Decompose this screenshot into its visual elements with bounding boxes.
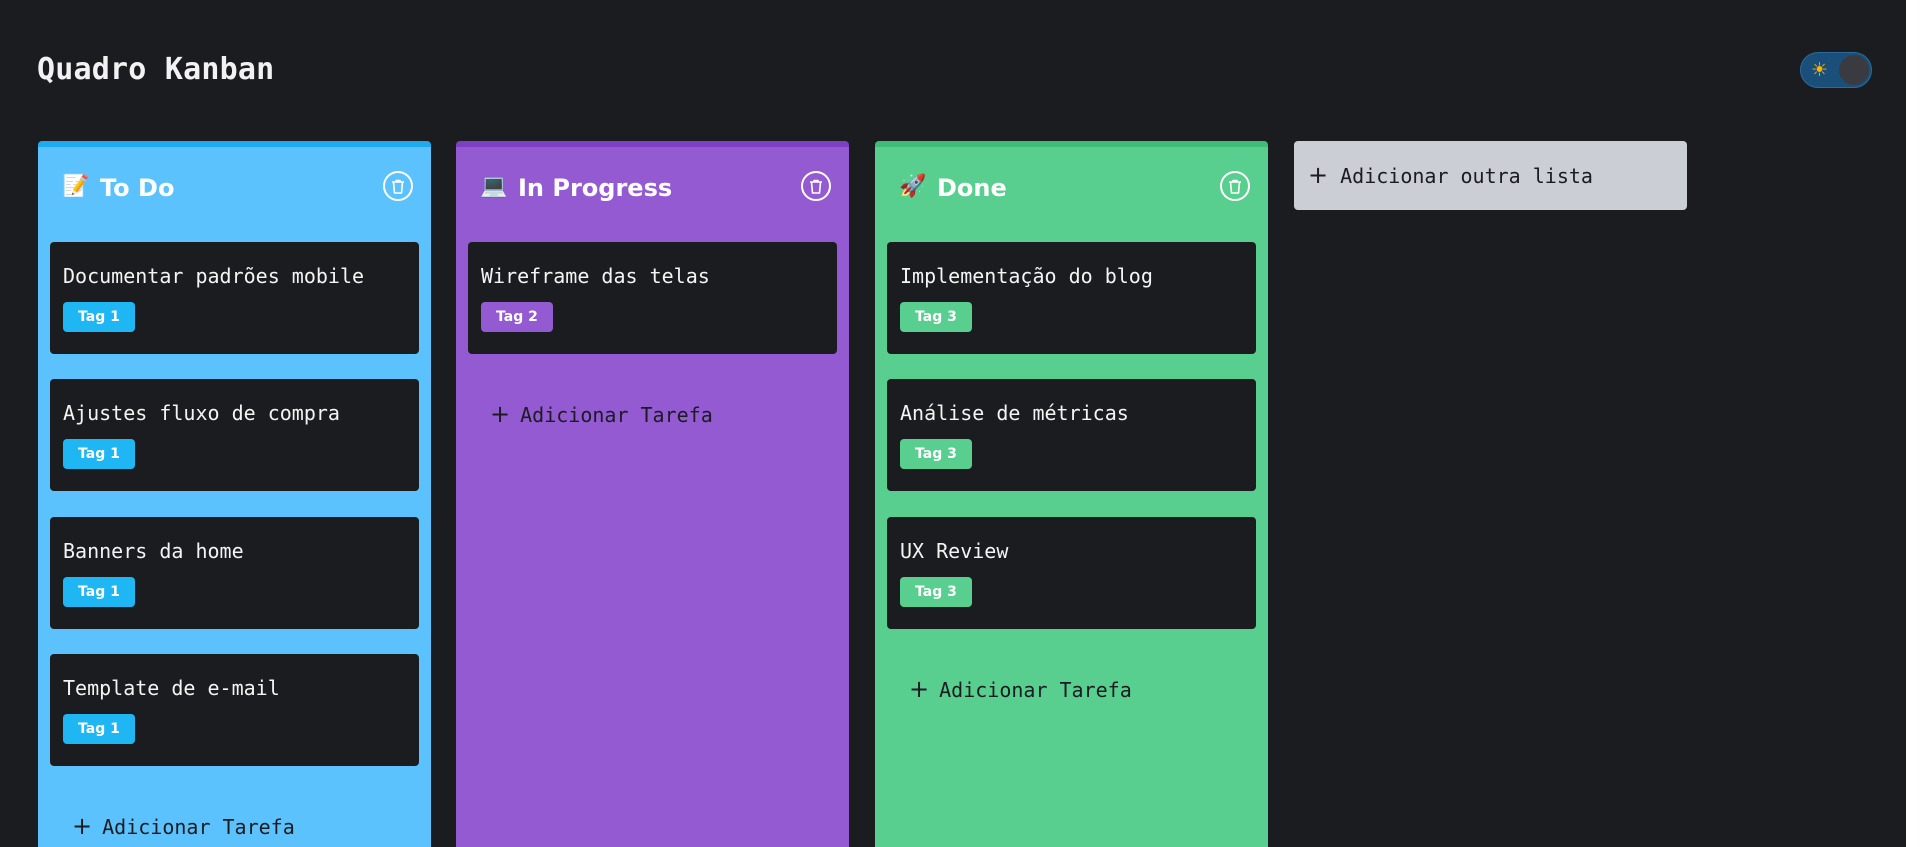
column-header: 💻 In Progress [456, 147, 849, 237]
delete-column-button[interactable] [801, 171, 831, 201]
task-card[interactable]: Banners da home Tag 1 [50, 517, 419, 629]
memo-icon: 📝 [62, 174, 90, 199]
task-title: UX Review [900, 539, 1009, 563]
add-task-button[interactable]: + Adicionar Tarefa [72, 811, 295, 841]
task-card[interactable]: Análise de métricas Tag 3 [887, 379, 1256, 491]
task-card[interactable]: Documentar padrões mobile Tag 1 [50, 242, 419, 354]
rocket-icon: 🚀 [899, 174, 927, 199]
task-card[interactable]: Implementação do blog Tag 3 [887, 242, 1256, 354]
trash-icon [1229, 179, 1241, 194]
task-title: Banners da home [63, 539, 244, 563]
task-card[interactable]: Wireframe das telas Tag 2 [468, 242, 837, 354]
task-card[interactable]: Ajustes fluxo de compra Tag 1 [50, 379, 419, 491]
task-title: Template de e-mail [63, 676, 280, 700]
task-title: Análise de métricas [900, 401, 1129, 425]
task-tag: Tag 3 [900, 439, 972, 469]
task-card[interactable]: Template de e-mail Tag 1 [50, 654, 419, 766]
sun-icon: ☀ [1811, 59, 1829, 81]
column-header: 🚀 Done [875, 147, 1268, 237]
column-todo: 📝 To Do Documentar padrões mobile Tag 1 … [38, 141, 431, 847]
task-title: Ajustes fluxo de compra [63, 401, 340, 425]
page-title: Quadro Kanban [37, 52, 275, 87]
add-list-label: Adicionar outra lista [1340, 164, 1593, 188]
plus-icon: + [909, 675, 930, 703]
task-card[interactable]: UX Review Tag 3 [887, 517, 1256, 629]
task-tag: Tag 2 [481, 302, 553, 332]
plus-icon: + [1308, 161, 1329, 189]
task-tag: Tag 3 [900, 302, 972, 332]
column-in-progress: 💻 In Progress Wireframe das telas Tag 2 … [456, 141, 849, 847]
task-title: Documentar padrões mobile [63, 264, 365, 288]
task-tag: Tag 1 [63, 439, 135, 469]
plus-icon: + [490, 400, 511, 428]
task-title: Wireframe das telas [481, 264, 710, 288]
add-task-button[interactable]: + Adicionar Tarefa [909, 674, 1132, 704]
column-title: To Do [100, 174, 175, 202]
add-task-label: Adicionar Tarefa [102, 815, 295, 839]
column-header: 📝 To Do [38, 147, 431, 237]
toggle-knob [1839, 55, 1869, 85]
task-tag: Tag 3 [900, 577, 972, 607]
add-task-label: Adicionar Tarefa [520, 403, 713, 427]
delete-column-button[interactable] [1220, 171, 1250, 201]
add-task-label: Adicionar Tarefa [939, 678, 1132, 702]
task-tag: Tag 1 [63, 302, 135, 332]
column-title: In Progress [518, 174, 673, 202]
plus-icon: + [72, 812, 93, 840]
trash-icon [392, 179, 404, 194]
theme-toggle[interactable]: ☀ [1800, 52, 1872, 88]
trash-icon [810, 179, 822, 194]
scrollbar[interactable] [1906, 0, 1920, 847]
task-tag: Tag 1 [63, 714, 135, 744]
laptop-icon: 💻 [480, 174, 508, 199]
task-tag: Tag 1 [63, 577, 135, 607]
add-list-button[interactable]: + Adicionar outra lista [1294, 141, 1687, 210]
task-title: Implementação do blog [900, 264, 1153, 288]
column-title: Done [937, 174, 1007, 202]
column-done: 🚀 Done Implementação do blog Tag 3 Análi… [875, 141, 1268, 847]
add-task-button[interactable]: + Adicionar Tarefa [490, 399, 713, 429]
delete-column-button[interactable] [383, 171, 413, 201]
kanban-page: Quadro Kanban ☀ 📝 To Do Documentar padrõ… [0, 0, 1920, 847]
